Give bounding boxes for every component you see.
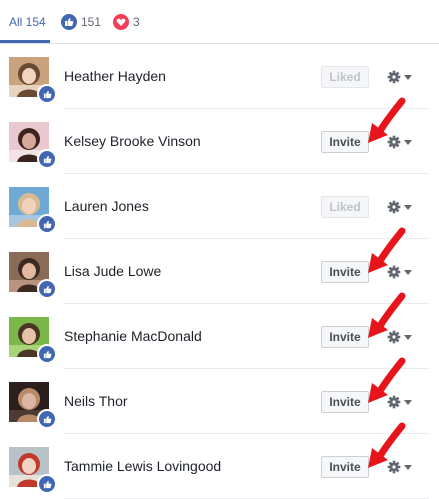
like-badge-icon <box>37 409 57 429</box>
love-icon <box>113 14 129 30</box>
like-badge-icon <box>37 214 57 234</box>
list-item: Tammie Lewis Lovingood Invite <box>0 422 439 499</box>
like-icon <box>61 14 77 30</box>
red-arrow-icon <box>358 227 414 283</box>
tab-all[interactable]: All 154 <box>9 13 46 31</box>
person-name[interactable]: Neils Thor <box>64 393 128 409</box>
liked-button[interactable]: Liked <box>321 66 369 88</box>
red-arrow-icon <box>358 422 414 478</box>
person-name[interactable]: Lauren Jones <box>64 198 149 214</box>
tab-all-label: All 154 <box>9 15 46 29</box>
like-badge-icon <box>37 279 57 299</box>
reactions-tabs: All 154 151 3 <box>0 0 439 44</box>
red-arrow-icon <box>358 357 414 413</box>
red-arrow-icon <box>358 292 414 348</box>
liked-button[interactable]: Liked <box>321 196 369 218</box>
person-name[interactable]: Lisa Jude Lowe <box>64 263 161 279</box>
gear-icon[interactable] <box>386 199 414 215</box>
chevron-down-icon <box>404 205 412 210</box>
gear-icon[interactable] <box>386 69 414 85</box>
person-name[interactable]: Heather Hayden <box>64 68 166 84</box>
like-badge-icon <box>37 344 57 364</box>
like-badge-icon <box>37 474 57 494</box>
active-tab-indicator <box>0 40 50 43</box>
red-arrow-icon <box>358 97 414 153</box>
chevron-down-icon <box>404 75 412 80</box>
tab-love[interactable]: 3 <box>113 13 140 31</box>
person-name[interactable]: Stephanie MacDonald <box>64 328 202 344</box>
person-name[interactable]: Kelsey Brooke Vinson <box>64 133 201 149</box>
like-badge-icon <box>37 84 57 104</box>
tab-like-count: 151 <box>81 15 102 29</box>
like-badge-icon <box>37 149 57 169</box>
tab-like[interactable]: 151 <box>61 13 101 31</box>
person-name[interactable]: Tammie Lewis Lovingood <box>64 458 221 474</box>
list-item: Kelsey Brooke Vinson Invite <box>0 97 439 174</box>
tab-love-count: 3 <box>133 15 140 29</box>
